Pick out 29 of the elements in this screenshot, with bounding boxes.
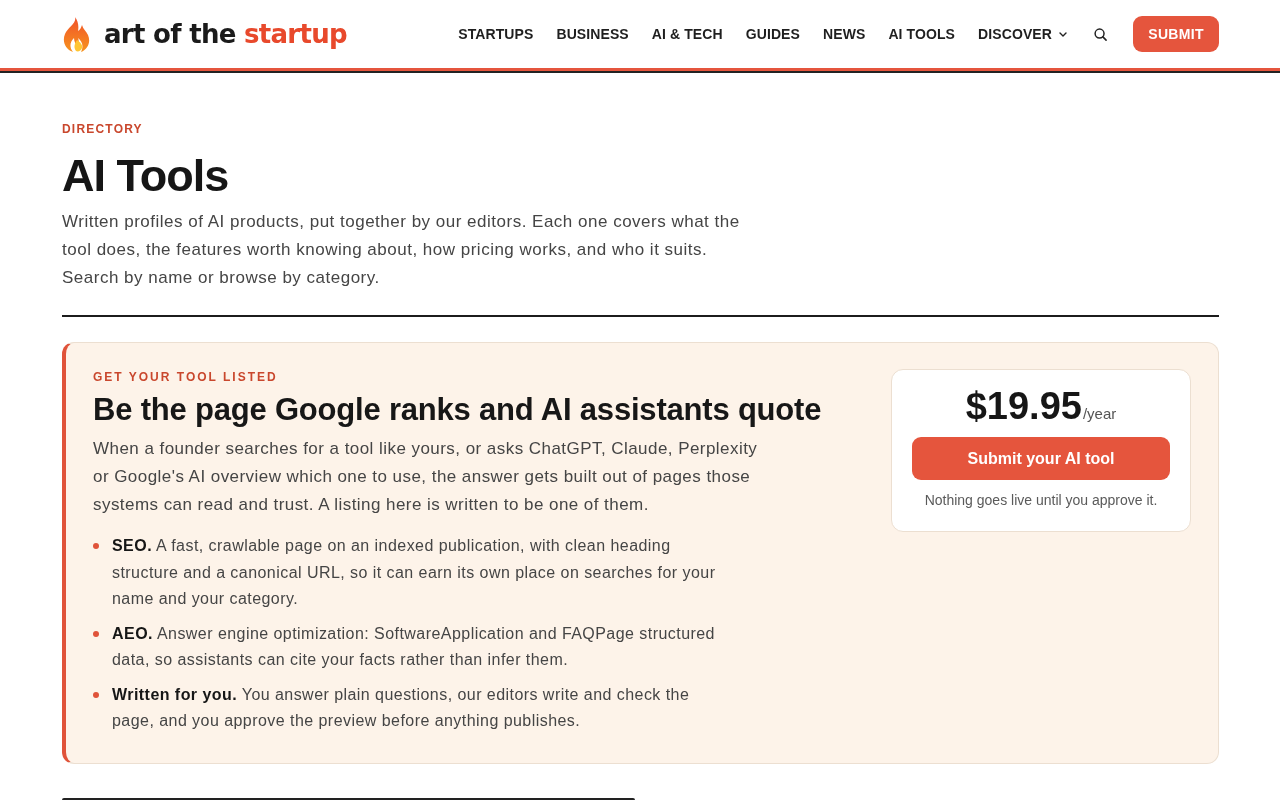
nav-link[interactable]: GUIDES: [745, 26, 800, 42]
bullet-dot-icon: [93, 691, 99, 698]
feature-text: AEO. Answer engine optimization: SoftwareApplication and FAQPage structured data, so assistants can cite your facts rather than infer them.: [112, 623, 716, 670]
pricing-note: Nothing goes live until you approve it.: [924, 491, 1158, 509]
promo-label: GET YOUR TOOL LISTED: [93, 370, 279, 384]
nav-dropdown[interactable]: DISCOVER: [978, 26, 1067, 42]
page-description: Written profiles of AI products, put together by our editors. Each one covers what the tool does, the features worth knowing about, how pricing works, and who it suits. Search by name or browse by category.: [62, 211, 741, 289]
flame-icon: [62, 16, 90, 52]
nav-link[interactable]: STARTUPS: [458, 26, 534, 42]
promo-heading: Be the page Google ranks and AI assistants quote: [93, 391, 823, 429]
input-field[interactable]: [62, 797, 635, 800]
price: $19.95: [965, 384, 1082, 428]
search-icon[interactable]: [1094, 27, 1107, 41]
nav-link[interactable]: AI & TECH: [651, 26, 723, 42]
feature-text: SEO. A fast, crawlable page on an indexed publication, with clean heading structure and a canonical URL, so it can earn its own place on searches for your name and your category.: [112, 536, 717, 609]
promo-text: When a founder searches for a tool like yours, or asks ChatGPT, Claude, Perplexity or Google's AI overview which one to use, the answer gets built out of pages those systems can read and trust. A listing here is written to be one of them.: [93, 438, 759, 516]
price-period: /year: [1082, 405, 1117, 422]
bullet-dot-icon: [93, 543, 99, 549]
nav-link[interactable]: BUSINESS: [556, 26, 629, 42]
submit-button[interactable]: SUBMIT: [1133, 16, 1219, 52]
chevron-down-icon: [1059, 31, 1067, 37]
feature-text: Written for you. You answer plain questions, our editors write and check the page, and you approve the preview before anything publishes.: [112, 684, 691, 731]
logo-text[interactable]: art of the startup: [104, 19, 347, 49]
nav-link[interactable]: NEWS: [823, 26, 866, 42]
submit-tool-button[interactable]: Submit your AI tool: [912, 437, 1170, 480]
page-title: AI Tools: [62, 151, 230, 201]
nav-link[interactable]: AI TOOLS: [888, 26, 956, 42]
section-label: DIRECTORY: [62, 122, 144, 136]
bullet-dot-icon: [93, 630, 99, 637]
